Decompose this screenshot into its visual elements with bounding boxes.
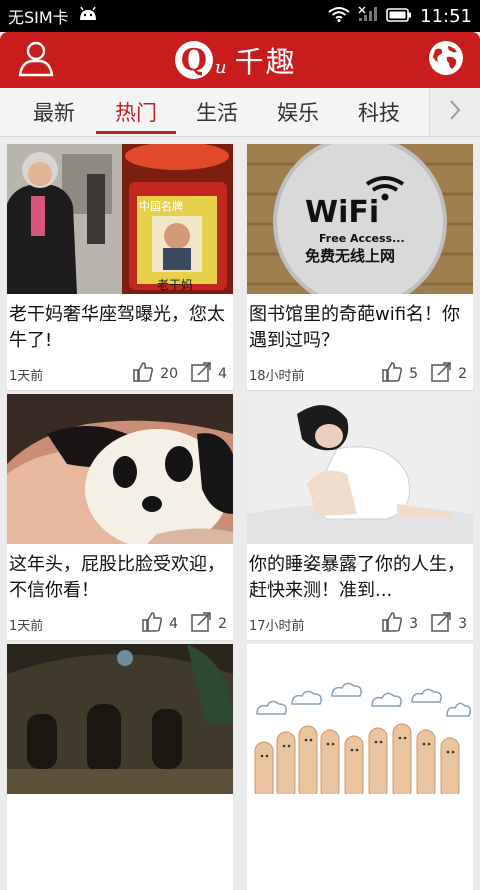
- article-card[interactable]: 这年头，屁股比脸受欢迎，不信你看！ 1天前 4 2: [7, 394, 233, 640]
- share-icon: [430, 362, 452, 386]
- share-icon: [430, 612, 452, 636]
- share-icon: [190, 612, 212, 636]
- article-meta: 18小时前 5 2: [249, 362, 467, 386]
- like-button[interactable]: 4: [141, 612, 178, 636]
- wifi-sign-text: WiFi: [305, 195, 379, 230]
- article-meta: 1天前 20 4: [9, 362, 227, 386]
- article-meta: 1天前 4 2: [9, 612, 227, 636]
- article-meta: 17小时前 3 3: [249, 612, 467, 636]
- share-button[interactable]: 3: [430, 612, 467, 636]
- article-time: 1天前: [9, 618, 44, 634]
- tabs-scroll-right-button[interactable]: [429, 88, 480, 136]
- chevron-right-icon: [447, 98, 463, 126]
- user-icon: [16, 38, 56, 82]
- logo-mark: Q: [175, 41, 213, 79]
- share-button[interactable]: 4: [190, 362, 227, 386]
- article-thumbnail: [7, 394, 233, 544]
- explore-button[interactable]: [424, 38, 468, 82]
- article-time: 1天前: [9, 368, 44, 384]
- carrier-label: 无SIM卡: [8, 8, 69, 27]
- battery-icon: [386, 7, 412, 26]
- jar-badge-text: 中国名牌: [139, 199, 183, 213]
- share-icon: [190, 362, 212, 386]
- thumbs-up-icon: [381, 612, 403, 636]
- article-card[interactable]: 中国名牌 老干妈 老干妈奢华座驾曝光，您太牛了! 1天前 20 4: [7, 144, 233, 390]
- category-tabs: 最新 热门 生活 娱乐 科技: [0, 88, 480, 137]
- article-card[interactable]: [7, 644, 233, 890]
- share-button[interactable]: 2: [430, 362, 467, 386]
- like-count: 5: [409, 366, 419, 382]
- android-icon: [77, 6, 99, 26]
- article-title: 图书馆里的奇葩wifi名！你遇到过吗？: [249, 304, 461, 351]
- article-title: 这年头，屁股比脸受欢迎，不信你看！: [9, 554, 225, 601]
- like-count: 20: [160, 366, 179, 382]
- share-count: 2: [218, 616, 227, 632]
- article-card[interactable]: 你的睡姿暴露了你的人生，赶快来测！准到... 17小时前 3 3: [247, 394, 473, 640]
- share-count: 4: [218, 366, 227, 382]
- tab-tech[interactable]: 科技: [339, 88, 419, 136]
- user-profile-button[interactable]: [14, 38, 58, 82]
- status-bar: 无SIM卡 11:51: [0, 0, 480, 32]
- article-card[interactable]: [247, 644, 473, 890]
- app-header: Q u 千趣: [0, 32, 480, 88]
- thumbs-up-icon: [141, 612, 163, 636]
- share-count: 2: [458, 366, 467, 382]
- article-thumbnail: [7, 644, 233, 794]
- share-button[interactable]: 2: [190, 612, 227, 636]
- logo-sub: u: [215, 56, 227, 78]
- like-button[interactable]: 20: [132, 362, 178, 386]
- thumbs-up-icon: [132, 362, 154, 386]
- share-count: 3: [458, 616, 467, 632]
- like-count: 3: [409, 616, 419, 632]
- wifi-sign-free-text: Free Access...: [319, 232, 405, 245]
- article-time: 18小时前: [249, 368, 305, 384]
- article-title: 你的睡姿暴露了你的人生，赶快来测！准到...: [249, 554, 465, 601]
- tab-life[interactable]: 生活: [177, 88, 257, 136]
- app-name: 千趣: [234, 45, 297, 79]
- tab-hot[interactable]: 热门: [96, 88, 176, 136]
- globe-icon: [426, 38, 466, 82]
- wifi-sign-cn-text: 免费无线上网: [305, 247, 395, 265]
- app-logo: Q u 千趣: [175, 38, 297, 82]
- article-title: 老干妈奢华座驾曝光，您太牛了!: [9, 304, 225, 351]
- article-card[interactable]: WiFi Free Access... 免费无线上网 图书馆里的奇葩wifi名！…: [247, 144, 473, 390]
- tab-latest[interactable]: 最新: [14, 88, 94, 136]
- article-thumbnail: [247, 394, 473, 544]
- article-time: 17小时前: [249, 618, 305, 634]
- thumbs-up-icon: [381, 362, 403, 386]
- wifi-icon: [328, 6, 350, 26]
- article-thumbnail: [247, 644, 473, 794]
- article-thumbnail: WiFi Free Access... 免费无线上网: [247, 144, 473, 294]
- like-button[interactable]: 3: [381, 612, 418, 636]
- like-button[interactable]: 5: [381, 362, 418, 386]
- tab-entertainment[interactable]: 娱乐: [258, 88, 338, 136]
- clock: 11:51: [420, 5, 472, 27]
- article-thumbnail: 中国名牌 老干妈: [7, 144, 233, 294]
- like-count: 4: [169, 616, 179, 632]
- signal-icon: [358, 6, 378, 26]
- jar-brand-text: 老干妈: [157, 278, 193, 292]
